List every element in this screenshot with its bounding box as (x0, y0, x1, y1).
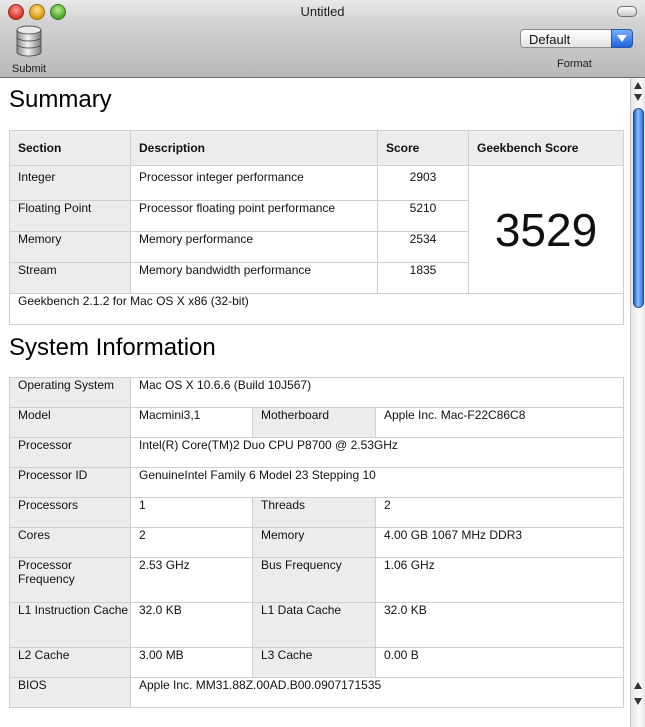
report-content: Summary Section Description Score Geekbe… (0, 78, 630, 727)
value-l3-cache: 0.00 B (374, 647, 625, 678)
value-threads: 2 (374, 497, 625, 528)
value-model: Macmini3,1 (130, 407, 253, 438)
database-icon (16, 25, 42, 57)
scrollbar-thumb[interactable] (633, 108, 644, 308)
row-score: 2534 (377, 231, 469, 263)
row-description: Processor floating point performance (130, 200, 378, 232)
app-window: Untitled Submit Default Format Summary S… (0, 0, 645, 727)
table-row: BIOS Apple Inc. MM31.88Z.00AD.B00.090717… (9, 677, 625, 708)
system-info-table: Operating System Mac OS X 10.6.6 (Build … (9, 377, 625, 708)
table-row: L2 Cache 3.00 MB L3 Cache 0.00 B (9, 647, 625, 678)
label-processor-frequency: Processor Frequency (9, 557, 131, 603)
geekbench-score: 3529 (468, 165, 624, 294)
vertical-scrollbar[interactable] (630, 78, 645, 727)
row-description: Memory bandwidth performance (130, 262, 378, 294)
label-processor-id: Processor ID (9, 467, 131, 498)
label-cores: Cores (9, 527, 131, 558)
value-processors: 1 (130, 497, 253, 528)
submit-label: Submit (11, 63, 47, 75)
format-select[interactable]: Default (520, 29, 633, 48)
row-section: Floating Point (9, 200, 131, 232)
table-row: Processor Frequency 2.53 GHz Bus Frequen… (9, 557, 625, 603)
row-score: 5210 (377, 200, 469, 232)
row-section: Stream (9, 262, 131, 294)
header-description: Description (130, 130, 378, 166)
value-bus-frequency: 1.06 GHz (374, 557, 625, 603)
window-title: Untitled (300, 4, 345, 19)
label-processors: Processors (9, 497, 131, 528)
label-memory: Memory (252, 527, 376, 558)
scroll-up-arrow-icon[interactable] (634, 682, 642, 689)
scroll-down-arrow-icon[interactable] (634, 698, 642, 705)
label-l3-cache: L3 Cache (252, 647, 376, 678)
system-info-heading: System Information (9, 334, 216, 361)
table-row: Operating System Mac OS X 10.6.6 (Build … (9, 377, 625, 408)
label-processor: Processor (9, 437, 131, 468)
value-processor-id: GenuineIntel Family 6 Model 23 Stepping … (129, 467, 625, 498)
toolbar-toggle-button[interactable] (617, 6, 637, 17)
value-cores: 2 (130, 527, 253, 558)
label-bus-frequency: Bus Frequency (252, 557, 376, 603)
summary-heading: Summary (9, 86, 112, 113)
label-model: Model (9, 407, 131, 438)
table-row: Processors 1 Threads 2 (9, 497, 625, 528)
label-bios: BIOS (9, 677, 131, 708)
format-label: Format (557, 58, 592, 70)
submit-button[interactable]: Submit (6, 24, 52, 75)
dropdown-arrow-icon[interactable] (611, 29, 633, 48)
label-l1-instruction-cache: L1 Instruction Cache (9, 602, 131, 648)
header-score: Score (377, 130, 469, 166)
label-motherboard: Motherboard (252, 407, 376, 438)
label-l1-data-cache: L1 Data Cache (252, 602, 376, 648)
row-description: Memory performance (130, 231, 378, 263)
value-processor: Intel(R) Core(TM)2 Duo CPU P8700 @ 2.53G… (129, 437, 625, 468)
value-l1-data-cache: 32.0 KB (374, 602, 625, 648)
table-row: Cores 2 Memory 4.00 GB 1067 MHz DDR3 (9, 527, 625, 558)
label-l2-cache: L2 Cache (9, 647, 131, 678)
row-score: 1835 (377, 262, 469, 294)
label-threads: Threads (252, 497, 376, 528)
header-geekbench-score: Geekbench Score (468, 130, 624, 166)
summary-footer-row: Geekbench 2.1.2 for Mac OS X x86 (32-bit… (9, 293, 624, 325)
value-bios: Apple Inc. MM31.88Z.00AD.B00.0907171535 (129, 677, 625, 708)
summary-header-row: Section Description Score Geekbench Scor… (9, 130, 624, 166)
value-operating-system: Mac OS X 10.6.6 (Build 10J567) (129, 377, 625, 408)
table-row: Processor ID GenuineIntel Family 6 Model… (9, 467, 625, 498)
value-motherboard: Apple Inc. Mac-F22C86C8 (374, 407, 625, 438)
scroll-up-arrow-icon[interactable] (634, 82, 642, 89)
summary-footer: Geekbench 2.1.2 for Mac OS X x86 (32-bit… (9, 293, 624, 325)
window-toolbar: Untitled Submit Default Format (0, 0, 645, 78)
value-l2-cache: 3.00 MB (130, 647, 253, 678)
value-memory: 4.00 GB 1067 MHz DDR3 (374, 527, 625, 558)
format-control: Default Format (520, 29, 635, 70)
value-processor-frequency: 2.53 GHz (130, 557, 253, 603)
summary-table: Section Description Score Geekbench Scor… (9, 130, 624, 325)
table-row: Integer Processor integer performance 29… (9, 165, 624, 294)
row-description: Processor integer performance (130, 165, 378, 201)
row-score: 2903 (377, 165, 469, 201)
header-section: Section (9, 130, 131, 166)
scroll-down-arrow-icon[interactable] (634, 94, 642, 101)
row-section: Memory (9, 231, 131, 263)
table-row: Model Macmini3,1 Motherboard Apple Inc. … (9, 407, 625, 438)
value-l1-instruction-cache: 32.0 KB (130, 602, 253, 648)
label-operating-system: Operating System (9, 377, 131, 408)
row-section: Integer (9, 165, 131, 201)
table-row: Processor Intel(R) Core(TM)2 Duo CPU P87… (9, 437, 625, 468)
format-select-value: Default (529, 32, 571, 47)
table-row: L1 Instruction Cache 32.0 KB L1 Data Cac… (9, 602, 625, 648)
